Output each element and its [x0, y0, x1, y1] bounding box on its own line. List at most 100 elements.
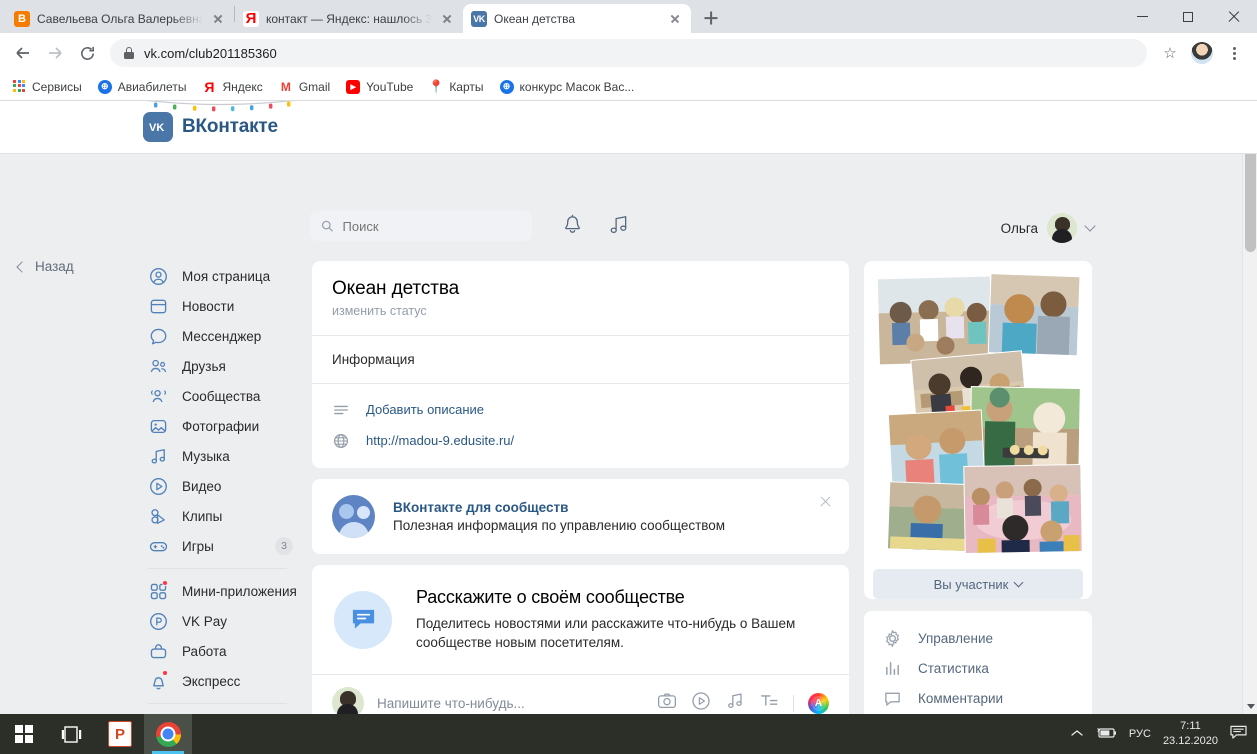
new-tab-button[interactable] — [697, 4, 725, 32]
clock[interactable]: 7:11 23.12.2020 — [1163, 719, 1218, 749]
browser-tab-3[interactable]: VK Океан детства — [463, 4, 691, 33]
sidebar-item-work[interactable]: Работа — [140, 636, 295, 666]
svg-text:VK: VK — [149, 122, 164, 133]
tray-expand-icon[interactable] — [1071, 728, 1083, 740]
task-view-button[interactable] — [48, 714, 96, 754]
bookmark-star-button[interactable]: ☆ — [1155, 38, 1185, 68]
sidebar-item-photos[interactable]: Фотографии — [140, 411, 295, 441]
sidebar-item-music[interactable]: Музыка — [140, 441, 295, 471]
bookmark-maps[interactable]: 📍 Карты — [428, 79, 483, 94]
bookmark-konkurs[interactable]: ⊕ конкурс Масок Вас... — [499, 79, 634, 94]
back-link[interactable]: Назад — [16, 259, 74, 274]
vk-logo[interactable]: VK ВКонтакте — [143, 112, 278, 142]
sidebar-item-clips[interactable]: Клипы — [140, 501, 295, 531]
page-title: Океан детства — [332, 278, 460, 299]
photo-collage[interactable] — [864, 261, 1092, 562]
reload-button[interactable] — [72, 38, 102, 68]
vk-for-communities-banner[interactable]: ВКонтакте для сообществ Полезная информа… — [312, 479, 849, 554]
sidebar-item-games[interactable]: Игры 3 — [140, 531, 295, 561]
news-icon — [148, 296, 168, 316]
address-bar[interactable]: vk.com/club201185360 — [110, 39, 1147, 67]
menu-item-statistics[interactable]: Статистика — [864, 653, 1092, 683]
user-name: Ольга — [1000, 220, 1038, 236]
work-icon — [148, 641, 168, 661]
chrome-button[interactable] — [144, 714, 192, 754]
bookmark-youtube[interactable]: ▶ YouTube — [346, 79, 414, 94]
add-description-link[interactable]: Добавить описание — [366, 402, 484, 417]
sidebar-item-vk-pay[interactable]: VK Pay — [140, 606, 295, 636]
close-icon[interactable] — [667, 11, 683, 27]
promo-heading: Расскажите о своём сообществе — [416, 587, 685, 607]
bookmark-avia[interactable]: ⊕ Авиабилеты — [97, 79, 187, 94]
music-icon — [148, 446, 168, 466]
sidebar-item-video[interactable]: Видео — [140, 471, 295, 501]
website-link[interactable]: http://madou-9.edusite.ru/ — [366, 433, 514, 448]
tell-about-community-card: Расскажите о своём сообществе Поделитесь… — [312, 565, 849, 714]
chevron-down-icon — [1013, 577, 1024, 587]
window-close-button[interactable] — [1211, 0, 1257, 33]
sidebar-item-express[interactable]: Экспресс — [140, 666, 295, 696]
friends-icon — [148, 356, 168, 376]
system-tray: РУС 7:11 23.12.2020 — [1071, 719, 1257, 749]
apps-grid-icon — [12, 79, 26, 94]
post-composer[interactable]: Напишите что-нибудь... A — [312, 675, 849, 714]
scroll-down-button[interactable] — [1243, 699, 1257, 714]
sidebar-item-my-page[interactable]: Моя страница — [140, 261, 295, 291]
website-row[interactable]: http://madou-9.edusite.ru/ — [312, 425, 849, 456]
language-indicator[interactable]: РУС — [1129, 728, 1151, 740]
page-scrollbar[interactable] — [1242, 101, 1257, 714]
tab-title: Савельева Ольга Валерьевна, с — [37, 11, 203, 26]
start-button[interactable] — [0, 714, 48, 754]
menu-item-label: Статистика — [918, 660, 989, 676]
gmail-icon: M — [280, 79, 291, 94]
music-icon[interactable] — [725, 691, 745, 714]
sidebar-item-label: Игры — [182, 538, 214, 554]
member-status-button[interactable]: Вы участник — [873, 569, 1083, 599]
browser-tab-1[interactable]: B Савельева Ольга Валерьевна, с — [6, 4, 234, 33]
notifications-button[interactable] — [562, 214, 583, 241]
profile-avatar[interactable] — [1187, 38, 1217, 68]
sidebar-item-friends[interactable]: Друзья — [140, 351, 295, 381]
sidebar-item-messenger[interactable]: Мессенджер — [140, 321, 295, 351]
close-icon[interactable] — [210, 11, 226, 27]
chrome-menu-button[interactable] — [1219, 38, 1249, 68]
user-menu[interactable]: Ольга — [1000, 213, 1096, 243]
forward-button[interactable] — [40, 38, 70, 68]
text-format-icon[interactable] — [759, 691, 779, 714]
video-icon[interactable] — [691, 691, 711, 714]
battery-icon[interactable] — [1095, 727, 1117, 742]
composer-placeholder[interactable]: Напишите что-нибудь... — [377, 696, 644, 711]
bookmark-services[interactable]: Сервисы — [12, 79, 82, 94]
sidebar-item-mini-apps[interactable]: Мини-приложения — [140, 576, 297, 606]
add-description-row[interactable]: Добавить описание — [312, 394, 849, 425]
bookmark-gmail[interactable]: M Gmail — [279, 80, 330, 94]
sidebar-item-communities[interactable]: Сообщества — [140, 381, 295, 411]
bar-chart-icon — [882, 658, 902, 678]
left-sidebar: Моя страница Новости Мессенджер Друзья С… — [140, 261, 297, 714]
sidebar-item-news[interactable]: Новости — [140, 291, 295, 321]
sidebar-divider — [148, 568, 287, 569]
search-field[interactable] — [342, 218, 521, 234]
graffiti-icon[interactable]: A — [808, 692, 829, 714]
close-icon[interactable] — [439, 11, 455, 27]
bookmark-yandex[interactable]: Я Яндекс — [202, 79, 262, 95]
blogger-icon: B — [14, 10, 30, 27]
page-viewport: VK ВКонтакте Поиск Ольга Назад Моя стран… — [0, 101, 1257, 714]
powerpoint-icon: P — [108, 721, 132, 747]
bookmark-label: YouTube — [366, 79, 414, 94]
menu-item-comments[interactable]: Комментарии — [864, 683, 1092, 713]
powerpoint-button[interactable]: P — [96, 714, 144, 754]
menu-item-management[interactable]: Управление — [864, 623, 1092, 653]
close-icon[interactable] — [819, 495, 832, 508]
management-menu-card: Управление Статистика Комментарии — [864, 611, 1092, 714]
bookmark-label: Авиабилеты — [117, 79, 187, 94]
back-button[interactable] — [8, 38, 38, 68]
minimize-button[interactable] — [1119, 0, 1165, 33]
browser-tab-2[interactable]: Я контакт — Яндекс: нашлось 34 — [235, 4, 463, 33]
music-player-button[interactable] — [608, 214, 629, 241]
camera-icon[interactable] — [657, 691, 677, 714]
maximize-button[interactable] — [1165, 0, 1211, 33]
search-input[interactable] — [310, 211, 532, 241]
status-link[interactable]: изменить статус — [332, 304, 829, 318]
notification-center-icon[interactable] — [1230, 725, 1247, 743]
